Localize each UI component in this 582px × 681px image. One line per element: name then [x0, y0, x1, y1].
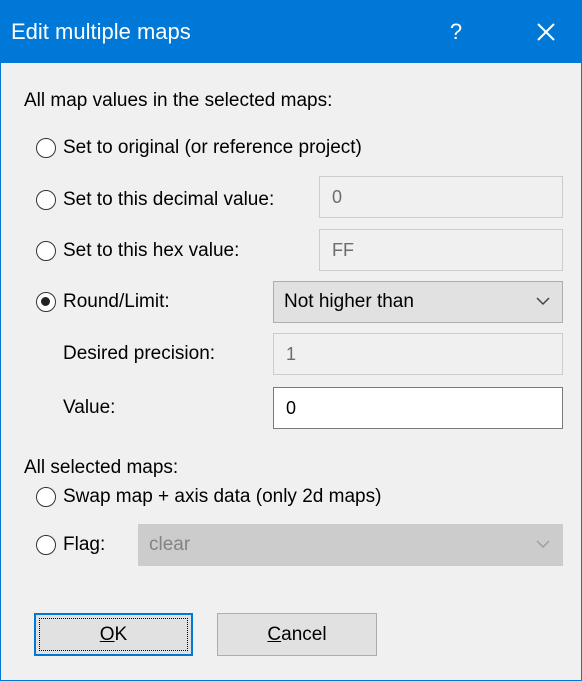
- radio-set-hex-label[interactable]: Set to this hex value:: [63, 239, 239, 263]
- value-label: Value:: [63, 397, 116, 418]
- close-button[interactable]: [521, 1, 571, 63]
- round-limit-dropdown[interactable]: Not higher than: [273, 281, 563, 323]
- cancel-button[interactable]: Cancel: [217, 613, 377, 656]
- title-bar[interactable]: Edit multiple maps ?: [1, 1, 581, 63]
- radio-round-limit[interactable]: [36, 292, 56, 312]
- radio-flag[interactable]: [36, 535, 56, 555]
- round-limit-selected: Not higher than: [284, 291, 414, 312]
- radio-set-decimal-label[interactable]: Set to this decimal value:: [63, 188, 274, 212]
- flag-dropdown[interactable]: clear: [138, 524, 563, 566]
- flag-selected: clear: [149, 534, 191, 555]
- hex-value-field[interactable]: FF: [319, 229, 563, 271]
- ok-button[interactable]: OK: [34, 613, 193, 656]
- chevron-down-icon: [536, 540, 550, 549]
- value-input[interactable]: 0: [273, 387, 563, 429]
- decimal-value-field[interactable]: 0: [319, 176, 563, 218]
- help-button[interactable]: ?: [431, 1, 481, 63]
- precision-label: Desired precision:: [63, 343, 216, 364]
- radio-set-original[interactable]: [36, 138, 56, 158]
- dialog-window: Edit multiple maps ? All map values in t…: [0, 0, 582, 681]
- radio-swap-axis-label[interactable]: Swap map + axis data (only 2d maps): [63, 485, 381, 509]
- precision-field[interactable]: 1: [273, 333, 563, 375]
- radio-set-hex[interactable]: [36, 241, 56, 261]
- radio-set-original-label[interactable]: Set to original (or reference project): [63, 136, 362, 160]
- cancel-button-label: Cancel: [267, 623, 327, 645]
- chevron-down-icon: [536, 297, 550, 306]
- ok-button-label: OK: [99, 623, 128, 645]
- radio-swap-axis[interactable]: [36, 487, 56, 507]
- radio-flag-label[interactable]: Flag:: [63, 533, 105, 557]
- close-icon: [537, 23, 555, 41]
- radio-round-limit-label[interactable]: Round/Limit:: [63, 290, 170, 314]
- dialog-title: Edit multiple maps: [11, 19, 191, 44]
- maps-section-heading: All selected maps:: [24, 457, 179, 478]
- values-section-heading: All map values in the selected maps:: [24, 90, 333, 111]
- radio-set-decimal[interactable]: [36, 190, 56, 210]
